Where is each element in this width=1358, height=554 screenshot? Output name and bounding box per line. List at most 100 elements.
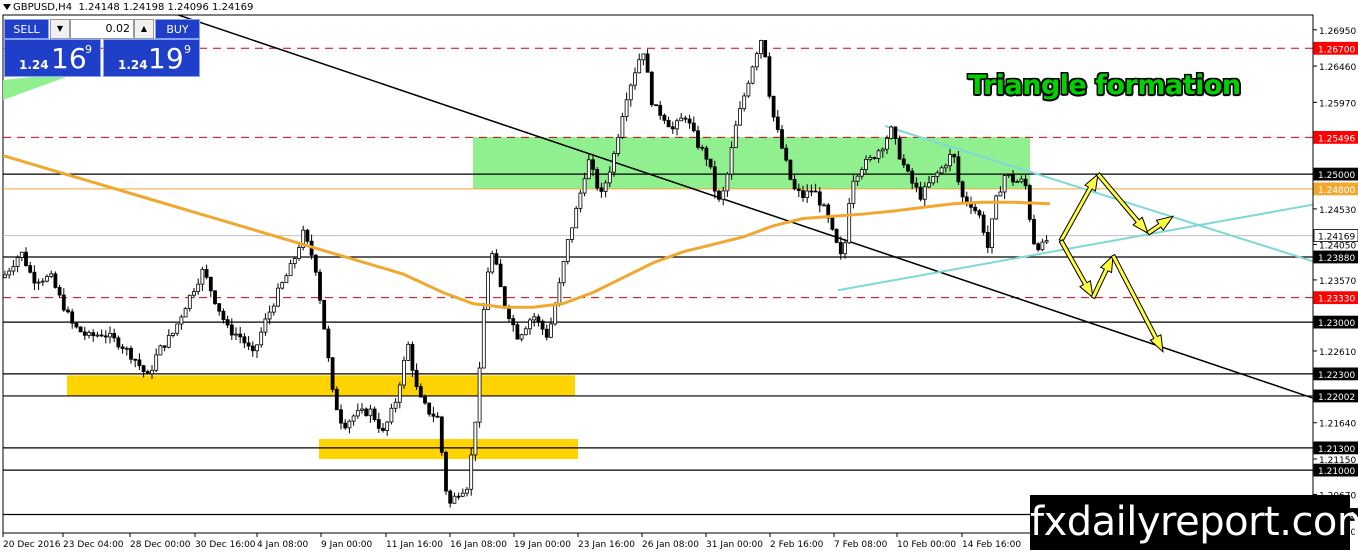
candle-body — [843, 242, 847, 255]
candle-body — [914, 182, 919, 188]
candle-body — [927, 182, 931, 188]
candle-body — [1032, 218, 1036, 245]
candle-body — [481, 309, 486, 369]
candle-body — [124, 347, 129, 350]
candle-body — [288, 263, 293, 277]
candle-body — [838, 242, 843, 255]
bid-price-display[interactable]: 1.24 16 9 — [4, 39, 101, 77]
candle-body — [574, 207, 579, 229]
sell-button[interactable]: SELL — [4, 19, 49, 39]
price-tick-label: 1.24530 — [1319, 206, 1356, 216]
candle-body — [813, 190, 818, 193]
candle-body — [511, 318, 516, 326]
candle-body — [423, 396, 427, 404]
chart-header: GBPUSD,H4 1.24148 1.24198 1.24096 1.2416… — [3, 2, 253, 13]
candle-body — [129, 347, 133, 360]
candle-body — [444, 451, 448, 492]
price-marker-label: 1.23000 — [1318, 319, 1355, 329]
chevron-down-icon[interactable] — [3, 4, 11, 10]
candle-body — [696, 130, 700, 148]
lot-size-input[interactable]: 0.02 — [70, 19, 134, 39]
candle-body — [729, 147, 734, 175]
candle-body — [376, 419, 381, 429]
candle-body — [78, 326, 83, 333]
candle-body — [1044, 240, 1049, 243]
candle-body — [318, 271, 322, 301]
candle-body — [313, 254, 318, 273]
candle-body — [687, 118, 692, 124]
candle-body — [645, 53, 650, 73]
price-tick-label: 1.21640 — [1319, 420, 1356, 430]
candle-body — [414, 369, 419, 387]
buy-button[interactable]: BUY — [155, 19, 200, 39]
candle-body — [397, 384, 402, 403]
trend-line-3 — [837, 203, 1313, 292]
candle-body — [192, 291, 196, 296]
time-tick-label: 30 Dec 16:00 — [195, 540, 256, 550]
candle-body — [393, 401, 398, 409]
scenario-arrow-5 — [1110, 253, 1164, 353]
candle-body — [477, 367, 482, 423]
candle-body — [439, 416, 444, 453]
candle-body — [523, 328, 528, 336]
candle-body — [137, 359, 142, 367]
scenario-arrow-1 — [1095, 172, 1149, 235]
candle-body — [746, 82, 751, 97]
candle-body — [519, 334, 524, 340]
candle-body — [834, 228, 839, 243]
candle-body — [532, 316, 537, 321]
candle-body — [754, 53, 759, 68]
time-tick-label: 20 Dec 2016 — [3, 540, 61, 550]
lot-decrease-button[interactable]: ▼ — [50, 19, 70, 39]
candle-body — [805, 190, 810, 198]
scenario-arrow-4 — [1090, 254, 1114, 300]
candle-body — [553, 304, 558, 325]
candle-body — [931, 176, 936, 184]
candle-body — [330, 357, 335, 390]
ask-big-digits: 19 — [148, 42, 184, 75]
candle-body — [381, 427, 385, 431]
time-tick-label: 9 Jan 00:00 — [321, 540, 373, 550]
candle-body — [217, 303, 222, 312]
candle-body — [700, 146, 705, 149]
candle-body — [166, 335, 171, 348]
time-tick-label: 16 Jan 08:00 — [450, 540, 507, 550]
scenario-arrow-0 — [1058, 172, 1099, 243]
bid-prefix: 1.24 — [19, 58, 49, 72]
candle-body — [431, 413, 436, 417]
ask-prefix: 1.24 — [118, 58, 148, 72]
candle-body — [864, 159, 868, 170]
time-tick-label: 23 Dec 04:00 — [63, 540, 124, 550]
candle-body — [221, 310, 226, 320]
candle-body — [234, 333, 238, 336]
candle-body — [452, 495, 457, 504]
candle-body — [666, 119, 671, 128]
candle-body — [502, 286, 507, 308]
candle-body — [271, 305, 276, 313]
zone-yellow-2 — [319, 439, 578, 459]
candle-body — [822, 204, 826, 207]
candle-body — [410, 343, 415, 371]
candle-body — [1023, 178, 1028, 186]
chart-caption: Triangle formation — [968, 70, 1241, 101]
candle-body — [372, 408, 377, 420]
candle-body — [385, 421, 390, 431]
time-tick-label: 26 Jan 08:00 — [642, 540, 699, 550]
candle-body — [868, 157, 873, 160]
one-click-trading-panel: SELL ▼ 0.02 ▲ BUY 1.24 16 9 1.24 19 9 — [4, 19, 200, 77]
ask-price-display[interactable]: 1.24 19 9 — [103, 39, 200, 77]
candle-body — [939, 167, 944, 174]
candle-body — [297, 247, 301, 259]
candle-body — [112, 332, 117, 339]
candle-body — [1036, 243, 1041, 251]
candle-body — [763, 40, 768, 58]
candle-body — [32, 271, 37, 284]
lot-increase-button[interactable]: ▲ — [134, 19, 154, 39]
candle-body — [66, 309, 70, 313]
candle-body — [355, 410, 360, 417]
candle-body — [948, 154, 952, 167]
time-tick-label: 23 Jan 16:00 — [578, 540, 635, 550]
time-tick-label: 31 Jan 00:00 — [706, 540, 763, 550]
candle-body — [7, 270, 12, 276]
candle-body — [465, 488, 469, 494]
